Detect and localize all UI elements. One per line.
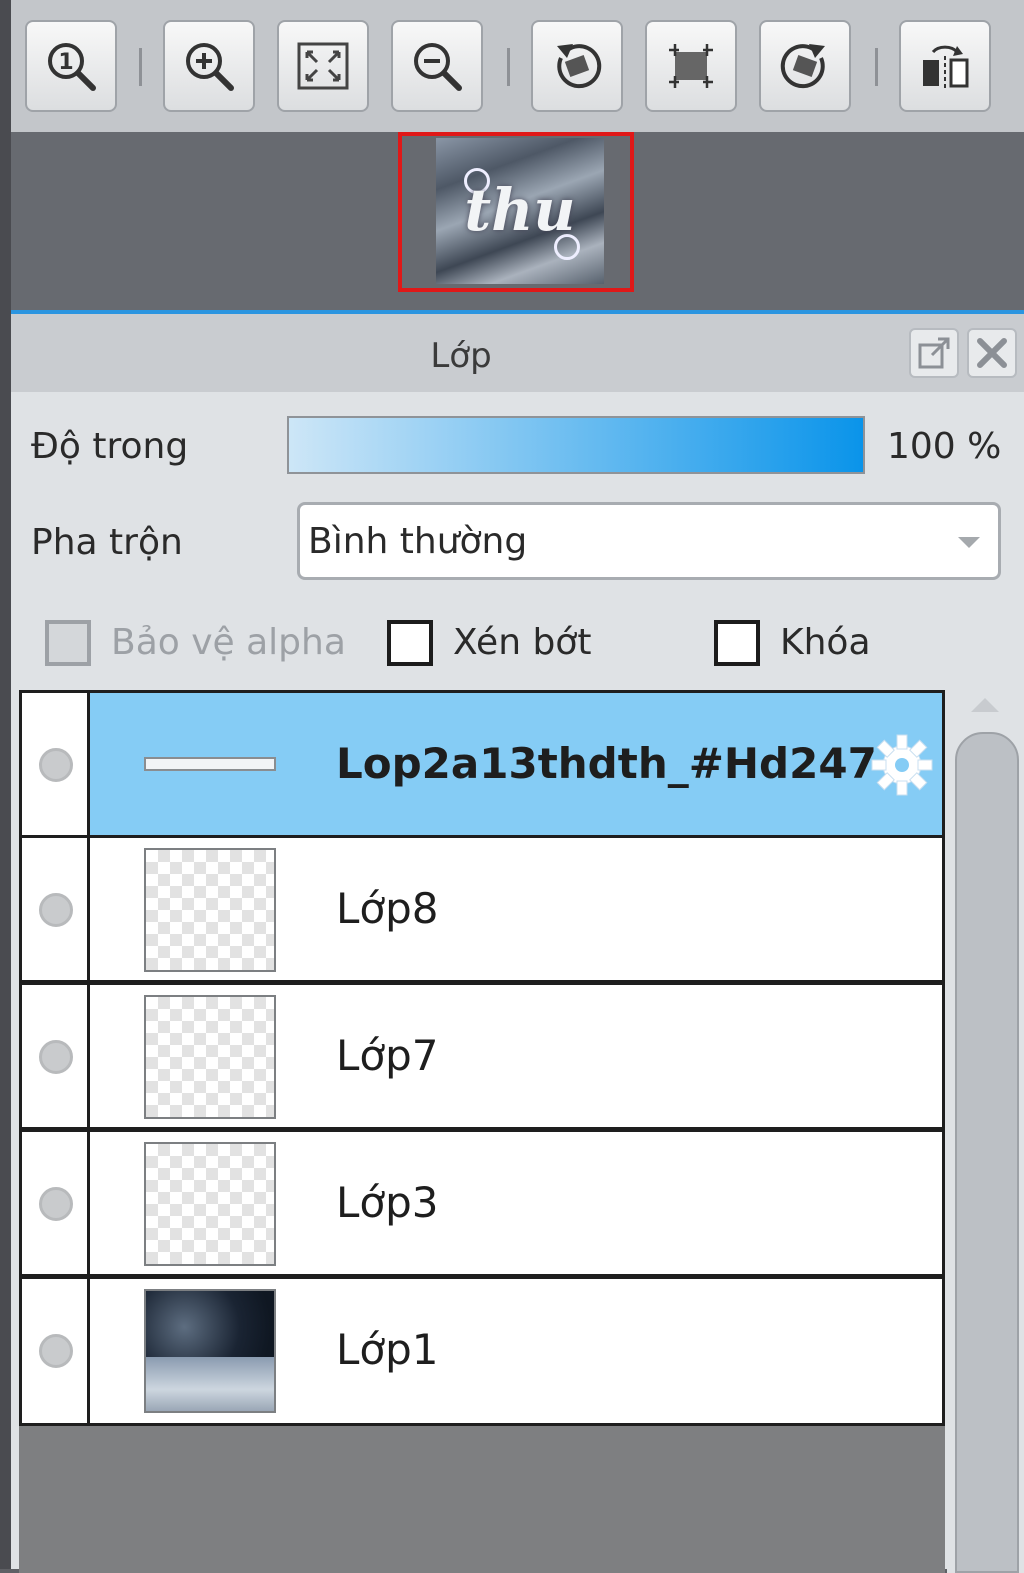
scrollbar-thumb[interactable] xyxy=(955,732,1019,1573)
visibility-cell[interactable] xyxy=(22,693,90,835)
toolbar-separator xyxy=(507,48,510,86)
fit-window-icon xyxy=(297,42,349,90)
layer-name: Lop2a13thdth_#Hd247 xyxy=(336,739,877,788)
svg-text:1: 1 xyxy=(58,50,73,75)
layer-name: Lớp3 xyxy=(336,1178,439,1227)
opacity-slider[interactable] xyxy=(287,416,865,474)
navigator-thumbnail[interactable]: thu xyxy=(436,138,604,284)
visibility-toggle-icon[interactable] xyxy=(39,1334,73,1368)
close-panel-button[interactable] xyxy=(967,328,1017,378)
opacity-value: 100 % xyxy=(887,426,1002,467)
layer-row[interactable]: Lớp7 xyxy=(19,982,945,1130)
blend-mode-value: Bình thường xyxy=(308,521,528,562)
zoom-in-icon xyxy=(186,43,234,91)
zoom-out-icon xyxy=(414,43,462,91)
layer-thumbnail xyxy=(144,1289,276,1413)
layer-row[interactable]: Lớp8 xyxy=(19,835,945,983)
rotate-right-button[interactable] xyxy=(759,20,851,112)
dropdown-arrow-icon xyxy=(958,537,980,548)
panel-title: Lớp xyxy=(430,336,492,376)
zoom-actual-size-button[interactable]: 1 xyxy=(25,20,117,112)
clipping-label: Xén bớt xyxy=(453,622,592,663)
fit-to-window-button[interactable] xyxy=(277,20,369,112)
view-toolbar: 1 xyxy=(11,0,1024,132)
layer-row[interactable]: Lop2a13thdth_#Hd247 xyxy=(19,690,945,838)
opacity-label: Độ trong xyxy=(31,426,189,467)
protect-alpha-label: Bảo vệ alpha xyxy=(111,622,346,663)
visibility-cell[interactable] xyxy=(22,985,90,1127)
reset-rotation-button[interactable] xyxy=(645,20,737,112)
visibility-toggle-icon[interactable] xyxy=(39,748,73,782)
rotate-right-icon xyxy=(780,44,825,89)
toolbar-separator xyxy=(139,48,142,86)
visibility-cell[interactable] xyxy=(22,1279,90,1423)
layer-list-scrollbar[interactable] xyxy=(947,690,1024,1573)
visibility-cell[interactable] xyxy=(22,838,90,980)
layer-name: Lớp8 xyxy=(336,884,439,933)
zoom-1-icon: 1 xyxy=(48,43,96,91)
navigator-thumbnail-text: thu xyxy=(464,176,576,244)
clipping-checkbox[interactable] xyxy=(387,620,433,666)
blend-mode-select[interactable]: Bình thường xyxy=(297,502,1001,580)
panel-header: Lớp xyxy=(11,314,1024,392)
lock-label: Khóa xyxy=(780,622,871,663)
layer-row[interactable]: Lớp3 xyxy=(19,1129,945,1277)
photo-preview xyxy=(146,1357,274,1411)
text-layer-preview xyxy=(144,757,276,771)
popout-button[interactable] xyxy=(909,328,959,378)
blend-mode-label: Pha trộn xyxy=(31,522,183,563)
layers-app-window: 1 thu Lớp Độ trong 100 % Pha trộn Bình t… xyxy=(0,0,1024,1573)
visibility-toggle-icon[interactable] xyxy=(39,893,73,927)
lock-checkbox[interactable] xyxy=(714,620,760,666)
flip-horizontal-icon xyxy=(923,45,969,90)
layer-name-container: Lop2a13thdth_#Hd247 xyxy=(336,693,892,835)
close-icon xyxy=(977,338,1007,368)
layer-thumbnail xyxy=(144,1142,276,1266)
layer-list: Lop2a13thdth_#Hd247 Lớp8 Lớp7 Lớp3 Lớp1 xyxy=(19,690,945,1573)
protect-alpha-checkbox[interactable] xyxy=(45,620,91,666)
layer-thumbnail xyxy=(144,703,276,827)
toolbar-separator xyxy=(875,48,878,86)
layer-name: Lớp7 xyxy=(336,1031,439,1080)
layer-thumbnail xyxy=(144,995,276,1119)
layer-name: Lớp1 xyxy=(336,1325,439,1374)
popout-icon xyxy=(918,337,950,369)
scroll-up-arrow-icon[interactable] xyxy=(971,698,999,712)
zoom-out-button[interactable] xyxy=(391,20,483,112)
zoom-in-button[interactable] xyxy=(163,20,255,112)
rotate-left-button[interactable] xyxy=(531,20,623,112)
visibility-toggle-icon[interactable] xyxy=(39,1040,73,1074)
left-edge-border xyxy=(0,0,11,1569)
visibility-cell[interactable] xyxy=(22,1132,90,1274)
layer-row[interactable]: Lớp1 xyxy=(19,1276,945,1426)
rotate-left-icon xyxy=(557,44,602,89)
layer-thumbnail xyxy=(144,848,276,972)
flip-horizontal-button[interactable] xyxy=(899,20,991,112)
layers-panel: Lớp Độ trong 100 % Pha trộn Bình thường … xyxy=(11,310,1024,1573)
visibility-toggle-icon[interactable] xyxy=(39,1187,73,1221)
reset-view-icon xyxy=(669,44,713,88)
gear-icon[interactable] xyxy=(868,731,936,799)
